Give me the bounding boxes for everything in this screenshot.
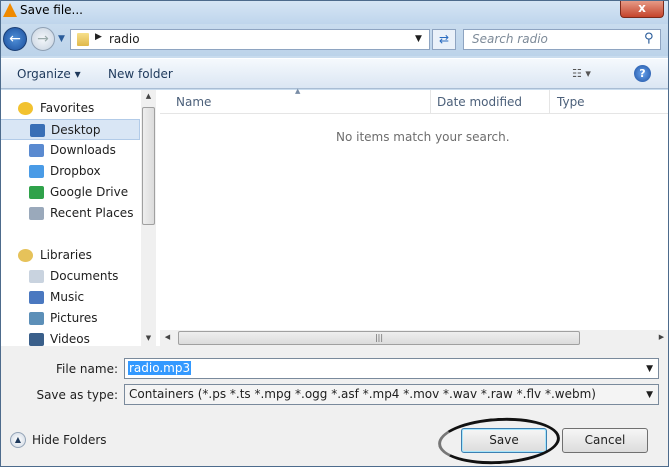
toolbar: Organize ▾ New folder ☷ ▾ ?	[0, 58, 669, 89]
column-name[interactable]: Name	[176, 95, 211, 109]
search-icon[interactable]: ⚲	[644, 31, 654, 46]
scroll-right-icon[interactable]: ▶	[654, 333, 669, 341]
sidebar-item-label: Desktop	[51, 123, 101, 137]
scroll-up-icon[interactable]: ▲	[141, 92, 156, 100]
chevron-right-icon[interactable]: ▶	[95, 32, 102, 42]
file-name-label: File name:	[56, 362, 118, 376]
breadcrumb[interactable]: radio	[109, 32, 140, 46]
chevron-down-icon[interactable]: ▼	[646, 390, 653, 400]
new-folder-button[interactable]: New folder	[108, 67, 173, 81]
sidebar-item-label: Dropbox	[50, 164, 101, 178]
search-placeholder: Search radio	[472, 32, 548, 46]
sidebar-item-downloads[interactable]: Downloads	[0, 140, 140, 161]
save-button[interactable]: Save	[461, 428, 547, 453]
scroll-thumb[interactable]	[142, 107, 155, 225]
recent-pages-dropdown-icon[interactable]: ▼	[58, 34, 65, 44]
sidebar-item-documents[interactable]: Documents	[0, 266, 140, 287]
content-area: ▲ ▼ Name ▲ Date modified Type No items m…	[0, 87, 669, 346]
back-button[interactable]: ←	[3, 27, 27, 51]
chevron-up-icon: ▲	[10, 432, 26, 448]
sidebar-item-label: Favorites	[40, 101, 95, 115]
dropbox-icon	[29, 165, 44, 178]
column-headers: Name ▲ Date modified Type	[160, 87, 669, 114]
help-button[interactable]: ?	[634, 65, 651, 82]
sidebar-item-label: Downloads	[50, 143, 116, 157]
desktop-icon	[30, 124, 45, 137]
address-dropdown-icon[interactable]: ▼	[415, 34, 422, 44]
folder-icon	[77, 33, 89, 46]
title-bar: Save file... x	[0, 0, 669, 24]
sidebar-item-label: Google Drive	[50, 185, 129, 199]
favorites-icon	[18, 102, 33, 115]
downloads-icon	[29, 144, 44, 157]
documents-icon	[29, 270, 44, 283]
empty-message: No items match your search.	[336, 130, 510, 144]
videos-icon	[29, 333, 44, 346]
sidebar-item-label: Libraries	[40, 248, 92, 262]
column-date-modified[interactable]: Date modified	[437, 95, 522, 109]
scroll-down-icon[interactable]: ▼	[141, 334, 156, 342]
forward-button[interactable]: →	[31, 27, 55, 51]
vlc-icon	[3, 3, 17, 17]
save-form: File name: radio.mp3 ▼ Save as type: Con…	[0, 346, 669, 467]
column-type[interactable]: Type	[557, 95, 585, 109]
scroll-thumb[interactable]: |||	[178, 331, 580, 345]
file-name-value: radio.mp3	[128, 361, 192, 375]
search-input[interactable]: Search radio ⚲	[463, 29, 661, 50]
sidebar-item-label: Recent Places	[50, 206, 134, 220]
sidebar-item-label: Videos	[50, 332, 90, 346]
change-view-button[interactable]: ☷ ▾	[572, 67, 591, 80]
cancel-button[interactable]: Cancel	[562, 428, 648, 453]
sidebar-item-label: Music	[50, 290, 85, 304]
hide-folders-label: Hide Folders	[32, 433, 107, 447]
horizontal-scrollbar[interactable]: ◀ ||| ▶	[160, 330, 669, 346]
sidebar-item-label: Documents	[50, 269, 119, 283]
close-button[interactable]: x	[620, 0, 664, 18]
refresh-button[interactable]: ⇄	[432, 29, 456, 50]
save-as-type-label: Save as type:	[36, 388, 118, 402]
libraries-icon	[18, 249, 33, 262]
sidebar-item-label: Pictures	[50, 311, 98, 325]
organize-button[interactable]: Organize ▾	[17, 67, 81, 81]
window-title: Save file...	[20, 3, 83, 17]
music-icon	[29, 291, 44, 304]
sort-arrow-icon: ▲	[295, 87, 301, 95]
sidebar-item-desktop[interactable]: Desktop	[0, 119, 140, 140]
sidebar-item-recent-places[interactable]: Recent Places	[0, 203, 140, 224]
file-name-input[interactable]: radio.mp3 ▼	[124, 358, 659, 379]
sidebar-item-music[interactable]: Music	[0, 287, 140, 308]
save-as-type-select[interactable]: Containers (*.ps *.ts *.mpg *.ogg *.asf …	[124, 384, 659, 405]
sidebar-item-libraries[interactable]: Libraries	[0, 245, 140, 266]
recent-places-icon	[29, 207, 44, 220]
sidebar-item-google-drive[interactable]: Google Drive	[0, 182, 140, 203]
sidebar-item-pictures[interactable]: Pictures	[0, 308, 140, 329]
sidebar-item-favorites[interactable]: Favorites	[0, 98, 140, 119]
pictures-icon	[29, 312, 44, 325]
google-drive-icon	[29, 186, 44, 199]
sidebar-scrollbar[interactable]: ▲ ▼	[141, 90, 156, 346]
save-as-type-value: Containers (*.ps *.ts *.mpg *.ogg *.asf …	[129, 387, 596, 401]
sidebar-item-dropbox[interactable]: Dropbox	[0, 161, 140, 182]
scroll-left-icon[interactable]: ◀	[160, 333, 175, 341]
address-bar[interactable]: ▶ radio ▼	[70, 29, 430, 50]
chevron-down-icon[interactable]: ▼	[646, 364, 653, 374]
